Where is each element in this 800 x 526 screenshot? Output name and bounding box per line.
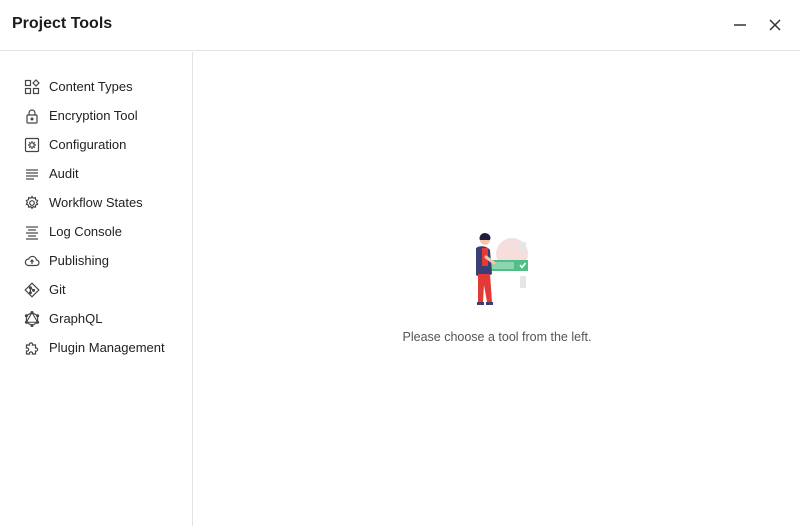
tools-sidebar: Content Types Encryption Tool Configurat…: [0, 52, 193, 526]
sidebar-item-configuration[interactable]: Configuration: [0, 130, 192, 159]
sidebar-item-label: Plugin Management: [49, 340, 165, 355]
close-button[interactable]: [762, 12, 788, 38]
sidebar-item-encryption-tool[interactable]: Encryption Tool: [0, 101, 192, 130]
sidebar-item-label: GraphQL: [49, 311, 103, 326]
close-icon: [769, 19, 781, 31]
sidebar-item-label: Publishing: [49, 253, 109, 268]
settings-square-icon: [23, 136, 41, 154]
widgets-icon: [23, 78, 41, 96]
align-center-icon: [23, 223, 41, 241]
sidebar-item-label: Configuration: [49, 137, 127, 152]
sidebar-item-plugin-management[interactable]: Plugin Management: [0, 333, 192, 362]
dialog-title: Project Tools: [12, 15, 113, 32]
main-content: Please choose a tool from the left.: [194, 52, 800, 526]
lines-icon: [23, 165, 41, 183]
dialog-header: Project Tools: [0, 0, 800, 51]
sidebar-item-label: Log Console: [49, 224, 122, 239]
sidebar-item-label: Git: [49, 282, 66, 297]
gear-icon: [23, 194, 41, 212]
sidebar-item-git[interactable]: Git: [0, 275, 192, 304]
empty-state-message: Please choose a tool from the left.: [402, 330, 592, 344]
sidebar-item-content-types[interactable]: Content Types: [0, 72, 192, 101]
sidebar-item-audit[interactable]: Audit: [0, 159, 192, 188]
sidebar-item-graphql[interactable]: GraphQL: [0, 304, 192, 333]
sidebar-item-label: Encryption Tool: [49, 108, 138, 123]
git-icon: [23, 281, 41, 299]
project-tools-dialog: Project Tools Content Types Encryption T…: [0, 0, 800, 526]
sidebar-item-label: Content Types: [49, 79, 133, 94]
sidebar-item-log-console[interactable]: Log Console: [0, 217, 192, 246]
sidebar-item-workflow-states[interactable]: Workflow States: [0, 188, 192, 217]
minimize-icon: [734, 24, 746, 26]
person-with-checklist-illustration: [476, 232, 528, 305]
sidebar-item-publishing[interactable]: Publishing: [0, 246, 192, 275]
graphql-icon: [23, 310, 41, 328]
minimize-button[interactable]: [727, 12, 753, 38]
cloud-upload-icon: [23, 252, 41, 270]
puzzle-icon: [23, 339, 41, 357]
sidebar-item-label: Workflow States: [49, 195, 143, 210]
sidebar-item-label: Audit: [49, 166, 79, 181]
lock-icon: [23, 107, 41, 125]
